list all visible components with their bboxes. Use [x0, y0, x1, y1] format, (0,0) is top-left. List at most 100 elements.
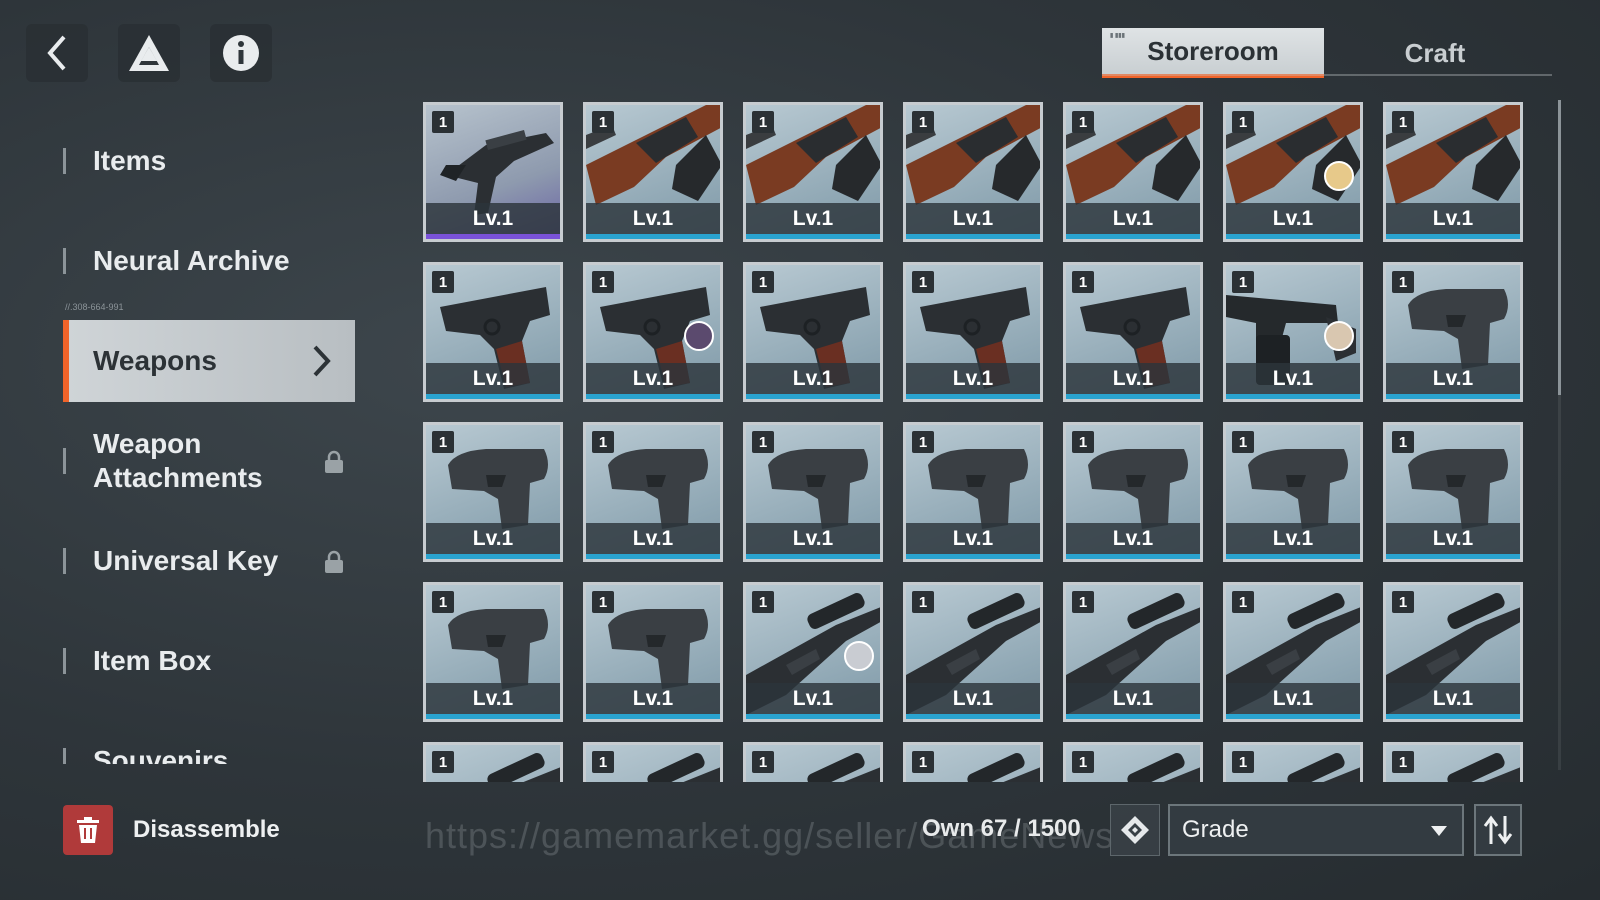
- disassemble-button[interactable]: [63, 805, 113, 855]
- item-count-badge: 1: [1392, 751, 1414, 773]
- weapon-card[interactable]: 1Lv.1: [743, 422, 883, 562]
- weapon-card[interactable]: 1Lv.1: [743, 582, 883, 722]
- tab-storeroom[interactable]: ▮ ▮▮▮ Storeroom: [1102, 28, 1324, 78]
- sort-order-button[interactable]: [1474, 804, 1522, 856]
- sort-dropdown-value: Grade: [1182, 816, 1249, 843]
- weapon-card[interactable]: 1Lv.1: [1063, 102, 1203, 242]
- lock-icon: [325, 450, 343, 473]
- disassemble-control: Disassemble: [63, 805, 280, 855]
- weapon-level-label: Lv.1: [1066, 363, 1200, 399]
- weapon-card[interactable]: 1Lv.1: [1383, 742, 1523, 782]
- tab-label: Storeroom: [1147, 35, 1279, 66]
- weapon-card[interactable]: 1Lv.1: [1383, 102, 1523, 242]
- weapon-card[interactable]: 1Lv.1: [423, 742, 563, 782]
- sidebar-item-label: Universal Key: [93, 545, 279, 576]
- item-count-badge: 1: [1072, 271, 1094, 293]
- weapon-level-label: Lv.1: [906, 363, 1040, 399]
- item-count-badge: 1: [432, 431, 454, 453]
- sort-dropdown[interactable]: Grade: [1168, 804, 1464, 856]
- item-count-badge: 1: [912, 751, 934, 773]
- weapon-level-label: Lv.1: [586, 523, 720, 559]
- weapon-card[interactable]: 1 Lv.1: [423, 422, 563, 562]
- weapon-card[interactable]: 1 Lv.1: [583, 262, 723, 402]
- filter-button[interactable]: [1110, 804, 1160, 856]
- weapon-card[interactable]: 1Lv.1: [1383, 422, 1523, 562]
- weapon-level-label: Lv.1: [1226, 523, 1360, 559]
- info-button[interactable]: [210, 24, 272, 82]
- item-count-badge: 1: [752, 111, 774, 133]
- weapon-level-label: Lv.1: [426, 523, 560, 559]
- weapon-level-label: Lv.1: [586, 203, 720, 239]
- weapon-card[interactable]: 1Lv.1: [903, 262, 1043, 402]
- weapon-card[interactable]: 1Lv.1: [743, 742, 883, 782]
- top-toolbar: [26, 24, 272, 82]
- weapon-card[interactable]: 1Lv.1: [903, 582, 1043, 722]
- weapon-card[interactable]: 1Lv.1: [583, 102, 723, 242]
- weapon-card[interactable]: 1Lv.1: [583, 742, 723, 782]
- weapon-level-label: Lv.1: [426, 203, 560, 239]
- weapon-level-label: Lv.1: [746, 363, 880, 399]
- category-sidebar: Items Neural Archive Weapons Weapon Atta…: [63, 120, 363, 720]
- weapon-card[interactable]: 1 Lv.1: [743, 262, 883, 402]
- item-count-badge: 1: [912, 431, 934, 453]
- weapon-card[interactable]: 1Lv.1: [1383, 582, 1523, 722]
- weapon-card[interactable]: 1Lv.1: [1383, 262, 1523, 402]
- weapon-level-label: Lv.1: [906, 203, 1040, 239]
- weapon-card[interactable]: 1 Lv.1: [743, 102, 883, 242]
- weapon-level-label: Lv.1: [746, 203, 880, 239]
- back-button[interactable]: [26, 24, 88, 82]
- weapon-card[interactable]: 1Lv.1: [1223, 582, 1363, 722]
- sidebar-item-souvenirs[interactable]: Souvenirs: [63, 720, 363, 764]
- weapon-level-label: Lv.1: [746, 523, 880, 559]
- sidebar-item-neural-archive[interactable]: Neural Archive: [63, 220, 363, 302]
- item-count-badge: 1: [592, 271, 614, 293]
- item-count-badge: 1: [1232, 751, 1254, 773]
- item-count-badge: 1: [1392, 111, 1414, 133]
- item-count-badge: 1: [432, 271, 454, 293]
- weapon-card[interactable]: 1Lv.1: [1063, 422, 1203, 562]
- weapon-card[interactable]: 1 Lv.1: [423, 262, 563, 402]
- weapon-card[interactable]: 1Lv.1: [1223, 262, 1363, 402]
- weapon-card[interactable]: 1Lv.1: [903, 102, 1043, 242]
- sidebar-item-label: Weapon Attachments: [93, 428, 263, 493]
- item-count-badge: 1: [432, 111, 454, 133]
- weapon-card[interactable]: 1Lv.1: [903, 742, 1043, 782]
- item-count-badge: 1: [752, 271, 774, 293]
- sidebar-item-universal-key[interactable]: Universal Key: [63, 520, 363, 602]
- weapon-level-label: Lv.1: [586, 363, 720, 399]
- weapon-card[interactable]: 1Lv.1: [1223, 742, 1363, 782]
- item-count-badge: 1: [1072, 751, 1094, 773]
- weapon-card[interactable]: 1 Lv.1: [1063, 262, 1203, 402]
- item-count-badge: 1: [592, 751, 614, 773]
- item-count-badge: 1: [912, 591, 934, 613]
- sidebar-item-weapons[interactable]: Weapons: [63, 320, 355, 402]
- weapon-card[interactable]: 1Lv.1: [1063, 582, 1203, 722]
- weapon-card[interactable]: 1Lv.1: [1223, 102, 1363, 242]
- item-count-badge: 1: [432, 591, 454, 613]
- caret-down-icon: [1431, 826, 1447, 836]
- equipped-character-avatar: [1324, 161, 1354, 191]
- tab-label: Craft: [1404, 37, 1466, 68]
- sidebar-item-item-box[interactable]: Item Box: [63, 620, 363, 702]
- weapon-level-label: Lv.1: [426, 363, 560, 399]
- weapon-card[interactable]: 1Lv.1: [1223, 422, 1363, 562]
- weapon-card[interactable]: 1 Lv.1: [903, 422, 1043, 562]
- sidebar-item-weapon-attachments[interactable]: Weapon Attachments: [63, 420, 363, 502]
- weapon-level-label: Lv.1: [1226, 203, 1360, 239]
- weapon-card[interactable]: 1Lv.1: [1063, 742, 1203, 782]
- tab-craft[interactable]: Craft: [1324, 28, 1546, 78]
- scrollbar-thumb[interactable]: [1558, 100, 1561, 395]
- weapon-level-label: Lv.1: [906, 523, 1040, 559]
- weapon-card[interactable]: 1Lv.1: [583, 582, 723, 722]
- sidebar-item-items[interactable]: Items: [63, 120, 363, 202]
- weapon-card[interactable]: 1Lv.1: [583, 422, 723, 562]
- equipped-character-avatar: [844, 641, 874, 671]
- item-count-badge: 1: [1392, 431, 1414, 453]
- item-count-badge: 1: [1392, 591, 1414, 613]
- weapon-card[interactable]: 1Lv.1: [423, 582, 563, 722]
- weapon-grid-viewport: 1 Lv.1 1 Lv.1 1 Lv.1 1 Lv.1 1 Lv.1 1 Lv.1 1 Lv.1 1 Lv.1…: [423, 102, 1533, 782]
- logo-button[interactable]: [118, 24, 180, 82]
- weapon-grid: 1 Lv.1 1 Lv.1 1 Lv.1 1 Lv.1 1 Lv.1 1 Lv.1 1 Lv.1 1 Lv.1…: [423, 102, 1533, 782]
- weapon-card[interactable]: 1 Lv.1: [423, 102, 563, 242]
- item-count-badge: 1: [752, 751, 774, 773]
